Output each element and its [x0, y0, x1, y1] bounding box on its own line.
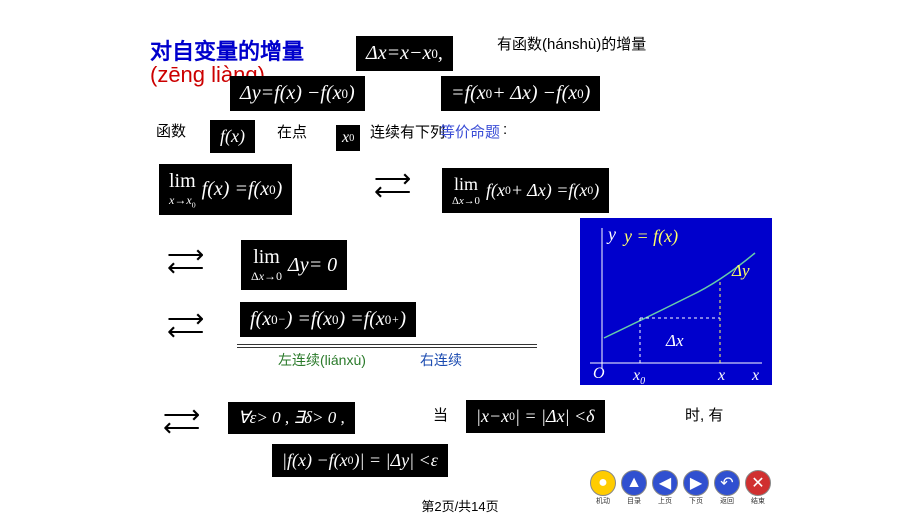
chart-dx: Δx — [665, 331, 684, 350]
equation-dy: Δy = f(x) − f(x0) — [230, 76, 365, 111]
label-left-cont: 左连续(liánxù) — [278, 350, 366, 370]
label-cont: 连续有下列 — [370, 121, 445, 142]
nav-next-button[interactable]: ▶ — [683, 470, 709, 496]
chart-curve: y = f(x) — [622, 226, 678, 247]
chart-x2: x — [751, 367, 759, 384]
iff-arrow-3: ⟶⟵ — [167, 312, 202, 338]
page-footer: 第2页/共14页 — [0, 496, 920, 515]
iff-arrow-4: ⟶⟵ — [163, 408, 198, 434]
equation-eps1: ∀ε > 0 , ∃δ > 0 , — [228, 402, 355, 434]
equation-eps2: |x − x0| = |Δx| < δ — [466, 400, 605, 433]
chart-o: O — [593, 365, 605, 382]
iff-arrow-2: ⟶⟵ — [167, 248, 202, 274]
equation-lim2: limΔx→0 f(x0 + Δx) = f(x0) — [442, 168, 609, 213]
equation-dy2: = f(x0 + Δx) − f(x0) — [441, 76, 600, 111]
nav-prev-button[interactable]: ◀ — [652, 470, 678, 496]
nav-back-button[interactable]: ↶ — [714, 470, 740, 496]
label-fx: f(x) — [210, 120, 255, 153]
colon: : — [503, 121, 507, 138]
label-equiv: 等价命题 — [440, 121, 500, 142]
nav-auto-button[interactable]: ● — [590, 470, 616, 496]
chart-dy: Δy — [731, 261, 750, 280]
label-x0: x0 — [336, 125, 360, 151]
equation-dx: Δx = x − x0 , — [356, 36, 453, 71]
equation-lim1: limx→x0 f(x) = f(x0) — [159, 164, 292, 215]
equation-lim3: limΔx→0 Δy = 0 — [241, 240, 347, 290]
chart-x: x — [717, 367, 725, 384]
chart-x0: x0 — [632, 367, 645, 385]
label-at: 在点 — [277, 121, 307, 142]
chart-y: y — [606, 224, 616, 244]
label-right-cont: 右连续 — [420, 350, 462, 370]
label-when: 当 — [433, 404, 448, 425]
label-then: 时, 有 — [685, 404, 723, 425]
label-func: 函数 — [156, 120, 186, 141]
nav-toc-button[interactable]: ▲ — [621, 470, 647, 496]
iff-arrow-1: ⟶⟵ — [374, 172, 409, 198]
graph: y y = f(x) Δy Δx O x0 x x — [580, 218, 772, 385]
nav-end-button[interactable]: ✕ — [745, 470, 771, 496]
underline — [237, 344, 537, 345]
equation-eps3: |f(x) − f(x0)| = |Δy| < ε — [272, 444, 448, 477]
equation-sided: f(x0−) = f(x0) = f(x0+) — [240, 302, 416, 337]
label-has-increment: 有函数(hánshù)的增量 — [497, 33, 646, 54]
